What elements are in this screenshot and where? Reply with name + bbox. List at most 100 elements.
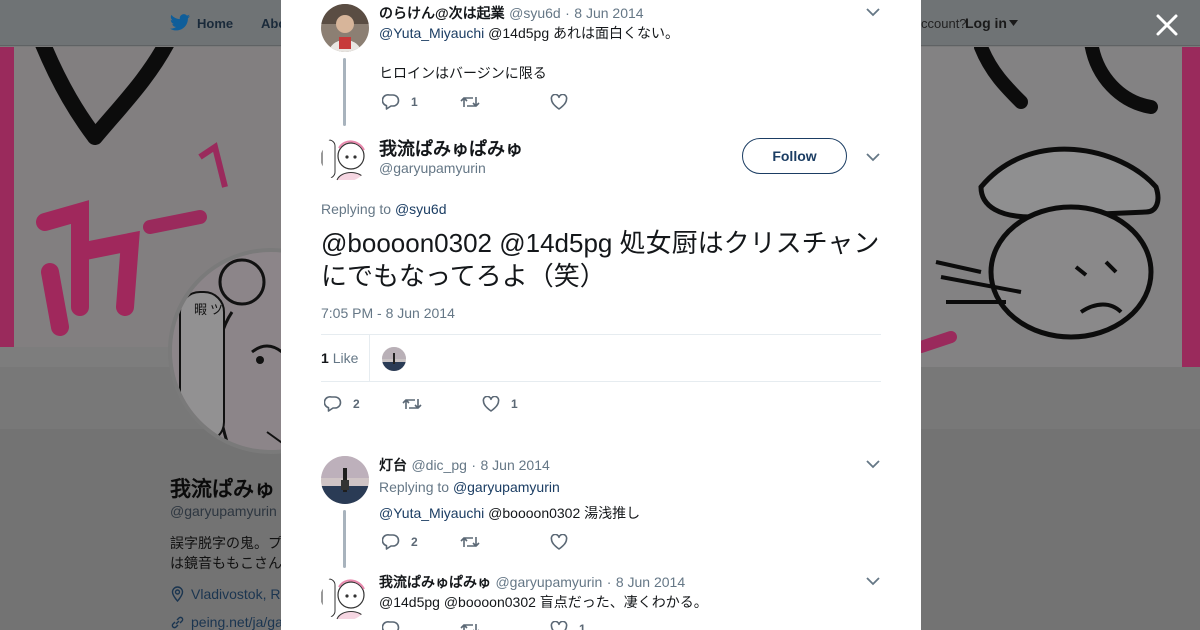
tweet-actions: 2 1 — [324, 395, 518, 412]
like-button[interactable]: 1 — [482, 395, 518, 412]
main-tweet-text: @boooon0302 @14d5pg 処女厨はクリスチャンにでもなってろよ（笑… — [321, 228, 880, 291]
replying-to: Replying to @syu6d — [321, 201, 447, 217]
close-icon[interactable] — [1154, 12, 1180, 38]
tweet-permalink-modal: のらけん@次は起業 @syu6d · 8 Jun 2014 @Yuta_Miya… — [281, 0, 921, 630]
likes-stat-count: 1 — [321, 350, 329, 366]
retweet-icon — [460, 623, 480, 630]
like-button[interactable]: 1 — [550, 620, 586, 630]
tweet-timestamp[interactable]: 8 Jun 2014 — [616, 574, 685, 590]
login-label[interactable]: Log in — [965, 15, 1007, 31]
avatar[interactable] — [321, 4, 369, 52]
profile-handle: @garyupamyurin — [170, 503, 277, 519]
heart-icon — [550, 620, 568, 630]
follow-button[interactable]: Follow — [742, 138, 847, 174]
location-text: Vladivostok, R — [191, 586, 281, 602]
like-button[interactable] — [550, 533, 579, 550]
retweet-button[interactable] — [460, 621, 550, 630]
avatar-image — [321, 4, 369, 52]
tweet-actions: 2 — [382, 533, 579, 550]
nav-login-link[interactable]: Log in — [965, 15, 1018, 31]
avatar-image — [321, 456, 369, 504]
tweet-header: 灯台 @dic_pg · 8 Jun 2014 — [379, 455, 550, 475]
link-icon — [171, 616, 184, 629]
avatar-image — [321, 134, 369, 182]
tweet-author-handle[interactable]: @dic_pg — [411, 457, 466, 473]
chevron-down-icon[interactable] — [866, 7, 880, 17]
reply-button[interactable] — [382, 620, 460, 630]
reply-count: 2 — [353, 396, 360, 411]
retweet-button[interactable] — [460, 534, 550, 550]
retweet-button[interactable] — [402, 396, 482, 412]
tweet-author-name[interactable]: 我流ぱみゅぱみゅ — [379, 574, 491, 590]
avatar[interactable] — [321, 573, 369, 621]
tweet-text-line: @14d5pg あれは面白くない。 — [488, 25, 679, 41]
tweet-header: 我流ぱみゅぱみゅ @garyupamyurin · 8 Jun 2014 — [379, 572, 685, 592]
reply-icon — [382, 534, 400, 550]
website-link-text[interactable]: peing.net/ja/ga — [191, 614, 283, 630]
tweet-author-handle[interactable]: @garyupamyurin — [379, 160, 486, 176]
reply-icon — [324, 396, 342, 412]
likes-stat[interactable]: 1 Like — [321, 350, 358, 366]
tweet-header: のらけん@次は起業 @syu6d · 8 Jun 2014 — [379, 3, 644, 23]
likes-stat-label: Like — [332, 350, 359, 366]
location-pin-icon — [171, 586, 184, 603]
heart-icon — [482, 395, 500, 412]
retweet-icon — [460, 96, 480, 107]
reply-button[interactable]: 2 — [382, 533, 460, 550]
tweet-author-name[interactable]: 我流ぱみゅぱみゅ — [379, 135, 523, 161]
stats-divider — [369, 335, 370, 382]
heart-icon — [550, 533, 568, 550]
reply-count: 1 — [411, 94, 418, 109]
chevron-down-icon — [1009, 20, 1018, 26]
tweet-text: @Yuta_Miyauchi @boooon0302 湯浅推し — [379, 503, 640, 523]
retweet-button[interactable] — [460, 94, 550, 110]
replying-prefix: Replying to — [379, 479, 450, 495]
tweet-author-name[interactable]: 灯台 — [379, 457, 407, 473]
profile-name: 我流ぱみゅ — [170, 478, 275, 501]
avatar-image — [321, 573, 369, 621]
profile-website[interactable]: peing.net/ja/ga — [170, 614, 283, 630]
mention-link[interactable]: @Yuta_Miyauchi — [379, 25, 484, 41]
thread-connector — [343, 510, 346, 568]
tweet-full-timestamp[interactable]: 7:05 PM - 8 Jun 2014 — [321, 305, 455, 321]
avatar[interactable] — [321, 456, 369, 504]
tweet-text: @Yuta_Miyauchi @14d5pg あれは面白くない。 — [379, 23, 679, 43]
nav-account-text: ccount? — [921, 16, 967, 31]
thread-connector — [343, 58, 346, 126]
reply-button[interactable]: 1 — [382, 93, 460, 110]
like-button[interactable] — [550, 93, 579, 110]
separator-dot: · — [565, 5, 570, 21]
retweet-icon — [402, 398, 422, 409]
bio-line: は鏡音ももこさん — [170, 555, 282, 571]
chevron-down-icon[interactable] — [866, 459, 880, 469]
avatar[interactable] — [321, 134, 369, 182]
twitter-bird-icon[interactable] — [170, 14, 190, 31]
liker-avatar[interactable] — [382, 347, 406, 371]
replying-to: Replying to @garyupamyurin — [379, 479, 560, 495]
tweet-actions: 1 — [382, 620, 586, 630]
chevron-down-icon[interactable] — [866, 152, 880, 162]
bio-line: 誤字脱字の鬼。プ — [170, 535, 282, 551]
retweet-icon — [460, 536, 480, 547]
reply-button[interactable]: 2 — [324, 395, 402, 412]
profile-location: Vladivostok, R — [170, 586, 281, 603]
replying-to-link[interactable]: @syu6d — [395, 201, 447, 217]
tweet-author-name[interactable]: のらけん@次は起業 — [379, 5, 505, 21]
like-count: 1 — [511, 396, 518, 411]
separator-dot: · — [471, 457, 477, 473]
reply-icon — [382, 94, 400, 110]
tweet-author-handle[interactable]: @garyupamyurin — [495, 574, 602, 590]
tweet-author-handle[interactable]: @syu6d — [509, 5, 561, 21]
liker-avatar-image — [382, 347, 406, 371]
tweet-timestamp[interactable]: 8 Jun 2014 — [574, 5, 643, 21]
replying-to-link[interactable]: @garyupamyurin — [453, 479, 560, 495]
replying-prefix: Replying to — [321, 201, 392, 217]
tweet-timestamp[interactable]: 8 Jun 2014 — [481, 457, 550, 473]
tweet-text-line: @boooon0302 湯浅推し — [488, 505, 641, 521]
nav-home-link[interactable]: Home — [197, 16, 233, 31]
mention-link[interactable]: @Yuta_Miyauchi — [379, 505, 484, 521]
chevron-down-icon[interactable] — [866, 576, 880, 586]
svg-text:暇: 暇 — [194, 303, 207, 318]
heart-icon — [550, 93, 568, 110]
svg-text:ツ: ツ — [210, 303, 223, 318]
